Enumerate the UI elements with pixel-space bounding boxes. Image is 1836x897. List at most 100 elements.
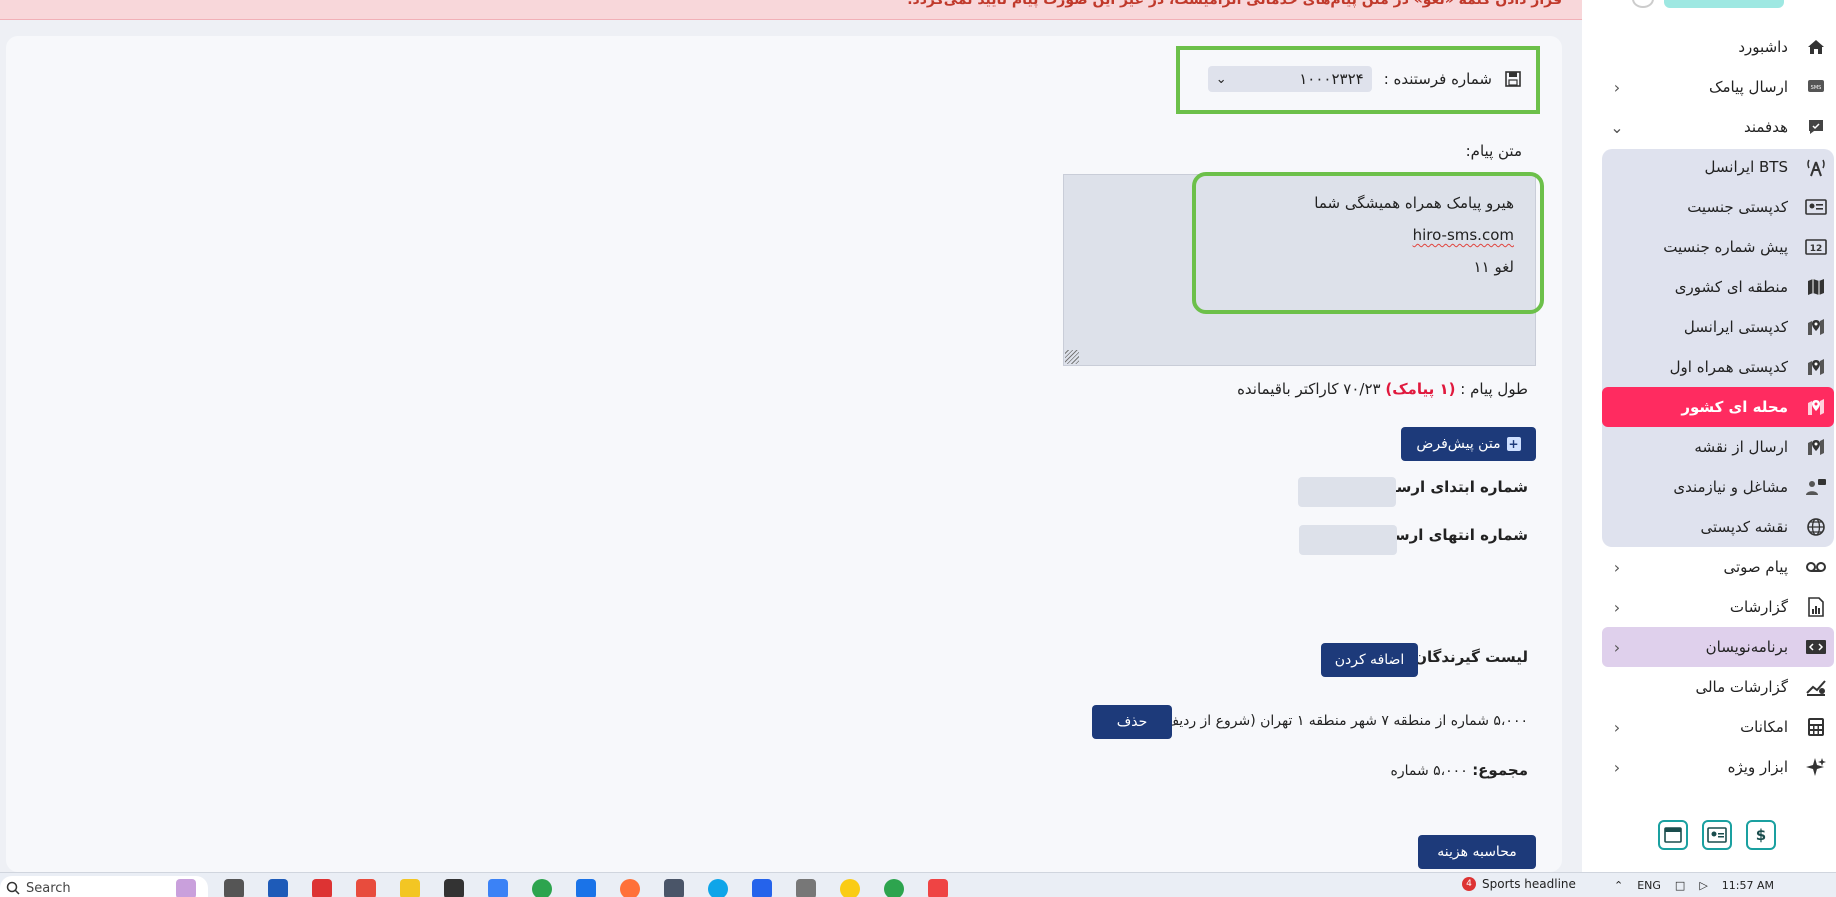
- length-remaining: ۷۰/۲۳ کاراکتر باقیمانده: [1237, 380, 1381, 398]
- chevron-up-icon[interactable]: ⌃: [1614, 879, 1623, 892]
- svg-text:12: 12: [1810, 244, 1823, 254]
- map-pin-icon: [1804, 355, 1828, 379]
- default-text-button[interactable]: + متن پیش‌فرض: [1401, 427, 1536, 461]
- add-button[interactable]: اضافه کردن: [1321, 643, 1418, 677]
- sms-icon: SMS: [1804, 75, 1828, 99]
- sidebar-item-label: پیام صوتی: [1723, 558, 1789, 576]
- antenna-icon: [1804, 155, 1828, 179]
- sidebar-item-regional[interactable]: منطقه ای کشوری: [1602, 267, 1834, 307]
- system-tray: ⌃ ENG □ ▷ 11:57 AM: [1614, 879, 1774, 892]
- firefox-icon[interactable]: [620, 879, 640, 897]
- taskbar-app-icon[interactable]: [176, 879, 196, 897]
- sidebar-item-jobs[interactable]: مشاغل و نیازمندی: [1602, 467, 1834, 507]
- sidebar-item-neighborhood[interactable]: محله ای کشور: [1602, 387, 1834, 427]
- taskbar-app-icon[interactable]: [576, 879, 596, 897]
- sidebar-item-label: کدپستی همراه اول: [1669, 358, 1788, 376]
- delete-button[interactable]: حذف: [1092, 705, 1172, 739]
- taskbar-news[interactable]: 4 Sports headline: [1462, 877, 1576, 891]
- length-sms-count: (۱ پیامک): [1385, 380, 1456, 398]
- sidebar-item-postal-map[interactable]: نقشه کدپستی: [1602, 507, 1834, 547]
- taskbar-app-icon[interactable]: [224, 879, 244, 897]
- taskbar-app-icon[interactable]: [796, 879, 816, 897]
- taskbar-app-icon[interactable]: [708, 879, 728, 897]
- sidebar-item-send-from-map[interactable]: ارسال از نقشه: [1602, 427, 1834, 467]
- clock[interactable]: 11:57 AM: [1722, 879, 1774, 892]
- recipient-row: ۵،۰۰۰ شماره از منطقه ۷ شهر منطقه ۱ تهران…: [1147, 713, 1528, 729]
- end-number-input[interactable]: [1299, 525, 1397, 555]
- code-screen-icon: [1804, 635, 1828, 659]
- sidebar-item-label: BTS ایرانسل: [1704, 158, 1788, 176]
- sidebar-item-financial-reports[interactable]: گزارشات مالی: [1602, 667, 1834, 707]
- chevron-left-icon: ‹: [1613, 557, 1621, 577]
- recipients-label: لیست گیرندگان :: [1403, 648, 1528, 666]
- sidebar-item-bts-irancell[interactable]: BTS ایرانسل: [1602, 147, 1834, 187]
- profile-badge[interactable]: [1664, 0, 1784, 8]
- total-value: ۵،۰۰۰ شماره: [1390, 763, 1468, 779]
- news-text: Sports headline: [1482, 877, 1576, 891]
- taskbar-app-icon[interactable]: [752, 879, 772, 897]
- avatar[interactable]: [1632, 0, 1654, 8]
- network-icon[interactable]: □: [1675, 879, 1685, 892]
- number-12-icon: 12: [1804, 235, 1828, 259]
- calculate-cost-button[interactable]: محاسبه هزینه: [1418, 835, 1536, 869]
- globe-icon: [1804, 515, 1828, 539]
- contact-card-icon[interactable]: [1702, 820, 1732, 850]
- chrome-icon[interactable]: [884, 879, 904, 897]
- chevron-left-icon: ‹: [1613, 597, 1621, 617]
- sidebar-item-label: پیش شماره جنسیت: [1663, 238, 1788, 256]
- volume-icon[interactable]: ▷: [1699, 879, 1707, 892]
- home-icon: [1804, 35, 1828, 59]
- calculator-icon[interactable]: [664, 879, 684, 897]
- folder-icon[interactable]: [400, 879, 420, 897]
- start-number-input[interactable]: [1298, 477, 1396, 507]
- sidebar-item-label: داشبورد: [1738, 38, 1788, 56]
- sidebar-item-features[interactable]: امکانات ‹: [1602, 707, 1834, 747]
- chevron-left-icon: ‹: [1613, 757, 1621, 777]
- sidebar-item-postal-irancell[interactable]: کدپستی ایرانسل: [1602, 307, 1834, 347]
- sidebar-item-postal-mci[interactable]: کدپستی همراه اول: [1602, 347, 1834, 387]
- sidebar-item-label: کدپستی جنسیت: [1687, 198, 1788, 216]
- sidebar-item-label: ابزار ویژه: [1727, 758, 1788, 776]
- alert-banner: قرار دادن کلمه «لغو» در متن پیام‌های خدم…: [0, 0, 1582, 20]
- sidebar-item-prefix-gender[interactable]: 12 پیش شماره جنسیت: [1602, 227, 1834, 267]
- sidebar-item-dashboard[interactable]: داشبورد: [1602, 27, 1834, 67]
- sidebar-item-developers[interactable]: برنامه‌نویسان ‹: [1602, 627, 1834, 667]
- taskbar-app-icon[interactable]: [840, 879, 860, 897]
- sender-select[interactable]: ⌄ ۱۰۰۰۲۳۲۴: [1207, 66, 1372, 92]
- people-chat-icon: [1804, 475, 1828, 499]
- map-icon: [1804, 275, 1828, 299]
- length-prefix: طول پیام :: [1460, 380, 1528, 398]
- sidebar-item-label: ارسال پیامک: [1709, 78, 1788, 96]
- save-icon[interactable]: [1504, 70, 1522, 88]
- chrome-icon[interactable]: [532, 879, 552, 897]
- taskbar-app-icon[interactable]: [268, 879, 288, 897]
- message-line-2: hiro-sms.com: [1412, 226, 1514, 244]
- taskbar: Search 4 Sports headline ⌃ ENG □ ▷ 11:57…: [0, 872, 1836, 897]
- taskbar-app-icon[interactable]: [928, 879, 948, 897]
- browser-window-icon[interactable]: [1658, 820, 1688, 850]
- main-panel: شماره فرستنده : ⌄ ۱۰۰۰۲۳۲۴ متن پیام: هیر…: [6, 36, 1562, 872]
- report-icon: [1804, 595, 1828, 619]
- language-indicator[interactable]: ENG: [1637, 879, 1661, 892]
- alert-text: قرار دادن کلمه «لغو» در متن پیام‌های خدم…: [907, 0, 1562, 8]
- sidebar-item-voice-message[interactable]: پیام صوتی ‹: [1602, 547, 1834, 587]
- taskbar-app-icon[interactable]: [312, 879, 332, 897]
- sidebar-item-label: نقشه کدپستی: [1700, 518, 1788, 536]
- sender-highlight-box: شماره فرستنده : ⌄ ۱۰۰۰۲۳۲۴: [1176, 46, 1540, 114]
- sidebar-item-send-sms[interactable]: SMS ارسال پیامک ‹: [1602, 67, 1834, 107]
- dollar-icon[interactable]: $: [1746, 820, 1776, 850]
- taskbar-app-icon[interactable]: [356, 879, 376, 897]
- taskbar-app-icon[interactable]: [488, 879, 508, 897]
- search-icon: [6, 881, 20, 895]
- sidebar-item-targeted[interactable]: هدفمند ⌄: [1602, 107, 1834, 147]
- map-pin-icon: [1804, 435, 1828, 459]
- taskbar-app-icon[interactable]: [444, 879, 464, 897]
- sidebar-item-special-tools[interactable]: ابزار ویژه ‹: [1602, 747, 1834, 787]
- search-placeholder: Search: [26, 880, 71, 896]
- sidebar-item-reports[interactable]: گزارشات ‹: [1602, 587, 1834, 627]
- resize-grip[interactable]: [1065, 350, 1079, 364]
- sidebar-item-postal-gender[interactable]: کدپستی جنسیت: [1602, 187, 1834, 227]
- news-badge: 4: [1462, 877, 1476, 891]
- sidebar-bottom-actions: $: [1658, 820, 1776, 850]
- id-card-icon: [1804, 195, 1828, 219]
